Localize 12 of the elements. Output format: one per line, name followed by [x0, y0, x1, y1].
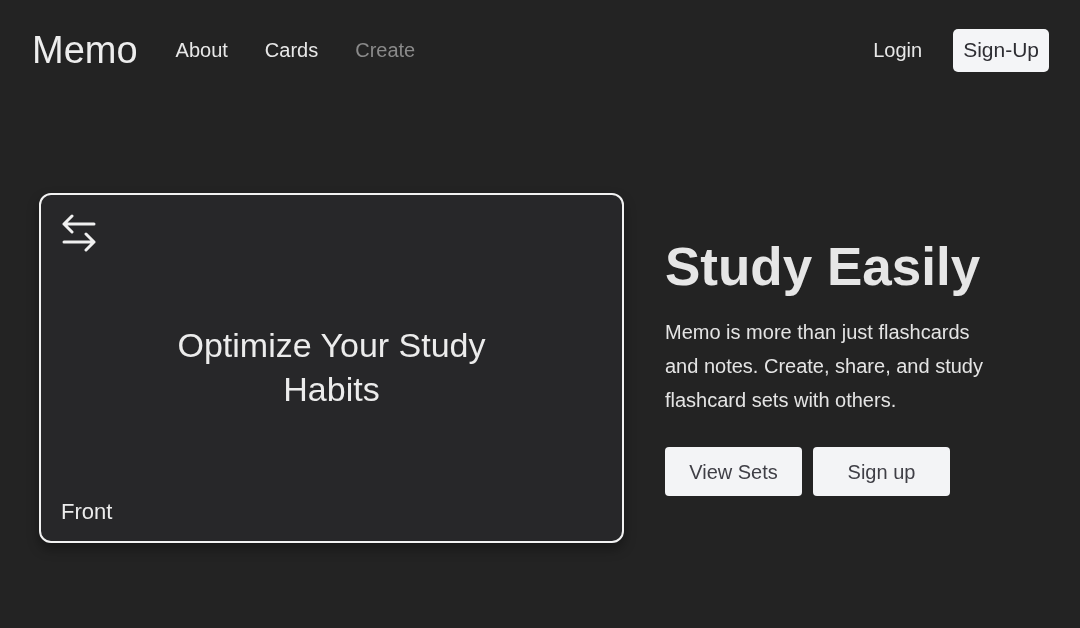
login-link[interactable]: Login: [873, 35, 923, 65]
hero-button[interactable]: Sign up: [813, 447, 950, 496]
hero-description: Memo is more than just flashcards and notes. Create, share, and study flashcard sets with others.: [665, 320, 984, 413]
hero-button[interactable]: View Sets: [665, 447, 802, 496]
nav-link[interactable]: About: [175, 35, 228, 65]
card-side-label: Front: [61, 501, 113, 523]
nav-link[interactable]: Cards: [264, 35, 319, 65]
brand-logo[interactable]: Memo: [32, 31, 138, 69]
flashcard[interactable]: Optimize Your Study Habits Front: [39, 193, 624, 543]
swap-arrows-icon[interactable]: [61, 214, 97, 252]
card-text: Optimize Your Study Habits: [176, 324, 487, 410]
sign-up-button[interactable]: Sign-Up: [953, 28, 1049, 72]
